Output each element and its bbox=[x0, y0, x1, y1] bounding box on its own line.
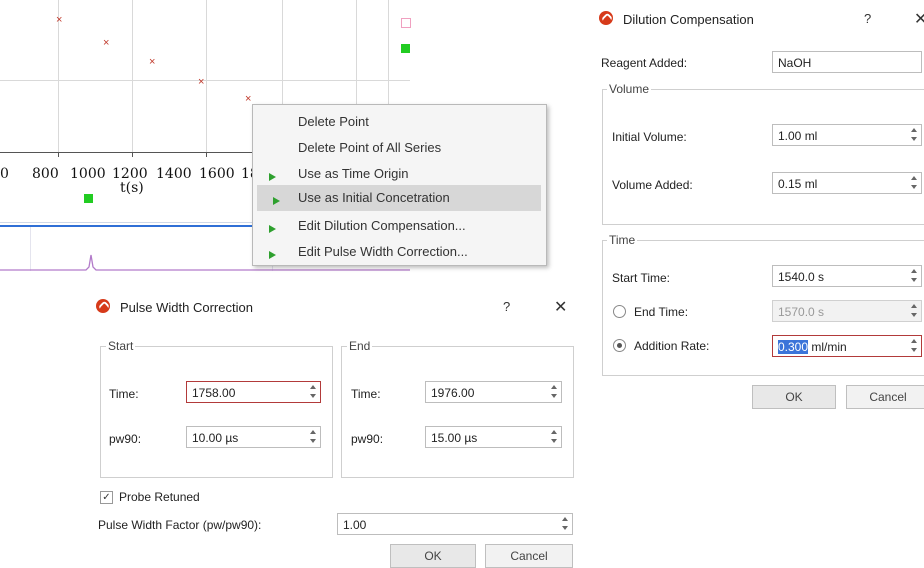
spin-arrows-icon[interactable] bbox=[911, 176, 917, 190]
end-time-label: End Time: bbox=[634, 305, 689, 319]
x-tick bbox=[206, 152, 207, 157]
ok-button[interactable]: OK bbox=[390, 544, 476, 568]
volume-added-field[interactable]: 0.15 ml bbox=[772, 172, 922, 194]
dialog-title: Dilution Compensation bbox=[623, 12, 754, 27]
pulse-width-factor-label: Pulse Width Factor (pw/pw90): bbox=[98, 518, 262, 532]
probe-retuned-label: Probe Retuned bbox=[119, 490, 200, 504]
close-icon[interactable]: ✕ bbox=[914, 9, 924, 29]
cancel-button[interactable]: Cancel bbox=[485, 544, 573, 568]
spin-arrows-icon[interactable] bbox=[310, 385, 316, 399]
dialog-title: Pulse Width Correction bbox=[120, 300, 253, 315]
x-tick-label: 1600 bbox=[199, 166, 235, 182]
x-tick bbox=[132, 152, 133, 157]
end-time-radio[interactable] bbox=[613, 305, 626, 318]
spin-arrows-icon[interactable] bbox=[911, 269, 917, 283]
pulse-width-correction-dialog[interactable]: Pulse Width Correction ? ✕ Start Time: 1… bbox=[88, 284, 588, 568]
data-point-open-square[interactable] bbox=[401, 18, 411, 28]
start-time-field[interactable]: 1540.0 s bbox=[772, 265, 922, 287]
probe-retuned-checkbox[interactable]: ✓ bbox=[100, 491, 113, 504]
spin-arrows-icon[interactable] bbox=[911, 128, 917, 142]
volume-added-label: Volume Added: bbox=[612, 178, 693, 192]
spin-arrows-icon[interactable] bbox=[310, 430, 316, 444]
spin-arrows-icon[interactable] bbox=[551, 385, 557, 399]
play-icon bbox=[262, 188, 284, 208]
play-icon bbox=[258, 242, 280, 262]
data-point-marker[interactable]: × bbox=[149, 57, 155, 68]
data-point-marker[interactable]: × bbox=[245, 94, 251, 105]
end-pw90-label: pw90: bbox=[351, 432, 384, 446]
menu-item-delete-point[interactable]: Delete Point bbox=[253, 109, 546, 135]
menu-item-label: Delete Point bbox=[298, 114, 369, 129]
x-tick-label: 1400 bbox=[156, 166, 192, 182]
start-time-label: Time: bbox=[109, 387, 139, 401]
play-icon bbox=[258, 216, 280, 236]
dilution-compensation-dialog[interactable]: Dilution Compensation ? ✕ Reagent Added:… bbox=[592, 0, 924, 420]
end-pw90-field[interactable]: 15.00 µs bbox=[425, 426, 562, 448]
app-logo-icon bbox=[96, 299, 110, 313]
spin-arrows-icon[interactable] bbox=[911, 304, 917, 318]
menu-item-label: Use as Initial Concetration bbox=[298, 190, 450, 205]
start-time-field[interactable]: 1758.00 bbox=[186, 381, 321, 403]
group-label: End bbox=[347, 339, 373, 353]
data-point-marker[interactable]: × bbox=[103, 38, 109, 49]
help-button[interactable]: ? bbox=[503, 299, 510, 314]
selected-text: 0.300 bbox=[778, 340, 809, 354]
start-pw90-label: pw90: bbox=[109, 432, 142, 446]
menu-item-delete-point-all-series[interactable]: Delete Point of All Series bbox=[253, 135, 546, 161]
menu-item-use-as-time-origin[interactable]: Use as Time Origin bbox=[253, 161, 546, 187]
group-label: Time bbox=[607, 233, 638, 247]
x-tick-label: 1000 bbox=[70, 166, 106, 182]
end-time-field[interactable]: 1976.00 bbox=[425, 381, 562, 403]
app-logo-icon bbox=[599, 11, 613, 25]
end-group bbox=[341, 346, 574, 478]
menu-item-edit-pulse-width-correction[interactable]: Edit Pulse Width Correction... bbox=[253, 239, 546, 265]
context-menu[interactable]: Delete Point Delete Point of All Series … bbox=[252, 104, 547, 266]
group-label: Start bbox=[106, 339, 136, 353]
data-point-marker[interactable]: × bbox=[198, 77, 204, 88]
ok-button[interactable]: OK bbox=[752, 385, 836, 409]
start-time-label: Start Time: bbox=[612, 271, 671, 285]
reagent-added-label: Reagent Added: bbox=[601, 56, 688, 70]
grid-line bbox=[132, 0, 133, 152]
play-icon bbox=[258, 164, 280, 184]
data-point-marker[interactable]: × bbox=[56, 15, 62, 26]
start-pw90-field[interactable]: 10.00 µs bbox=[186, 426, 321, 448]
addition-rate-unit: ml/min bbox=[808, 340, 847, 354]
x-tick-label: 0 bbox=[0, 166, 9, 182]
reagent-select[interactable]: NaOH bbox=[772, 51, 922, 73]
grid-line bbox=[206, 0, 207, 152]
menu-item-use-as-initial-concentration[interactable]: Use as Initial Concetration bbox=[257, 185, 541, 211]
menu-item-edit-dilution-compensation[interactable]: Edit Dilution Compensation... bbox=[253, 213, 546, 239]
addition-rate-radio[interactable] bbox=[613, 339, 626, 352]
initial-volume-field[interactable]: 1.00 ml bbox=[772, 124, 922, 146]
help-button[interactable]: ? bbox=[864, 11, 871, 26]
cancel-button[interactable]: Cancel bbox=[846, 385, 924, 409]
spin-arrows-icon[interactable] bbox=[551, 430, 557, 444]
spin-arrows-icon[interactable] bbox=[911, 339, 917, 353]
addition-rate-label: Addition Rate: bbox=[634, 339, 710, 353]
addition-rate-field[interactable]: 0.300 ml/min bbox=[772, 335, 922, 357]
menu-item-label: Use as Time Origin bbox=[298, 166, 409, 181]
x-axis-label: t(s) bbox=[120, 180, 144, 196]
spin-arrows-icon[interactable] bbox=[562, 517, 568, 531]
group-label: Volume bbox=[607, 82, 652, 96]
menu-item-label: Edit Dilution Compensation... bbox=[298, 218, 466, 233]
pulse-width-factor-field[interactable]: 1.00 bbox=[337, 513, 573, 535]
close-icon[interactable]: ✕ bbox=[554, 297, 567, 317]
x-tick-label: 800 bbox=[32, 166, 59, 182]
end-time-label: Time: bbox=[351, 387, 381, 401]
end-time-field[interactable]: 1570.0 s bbox=[772, 300, 922, 322]
initial-volume-label: Initial Volume: bbox=[612, 130, 687, 144]
menu-item-label: Edit Pulse Width Correction... bbox=[298, 244, 468, 259]
data-point-square[interactable] bbox=[401, 44, 410, 53]
data-point-square[interactable] bbox=[84, 194, 93, 203]
x-tick bbox=[58, 152, 59, 157]
grid-line bbox=[0, 80, 410, 81]
menu-item-label: Delete Point of All Series bbox=[298, 140, 442, 155]
start-group bbox=[100, 346, 333, 478]
volume-group bbox=[602, 89, 924, 225]
